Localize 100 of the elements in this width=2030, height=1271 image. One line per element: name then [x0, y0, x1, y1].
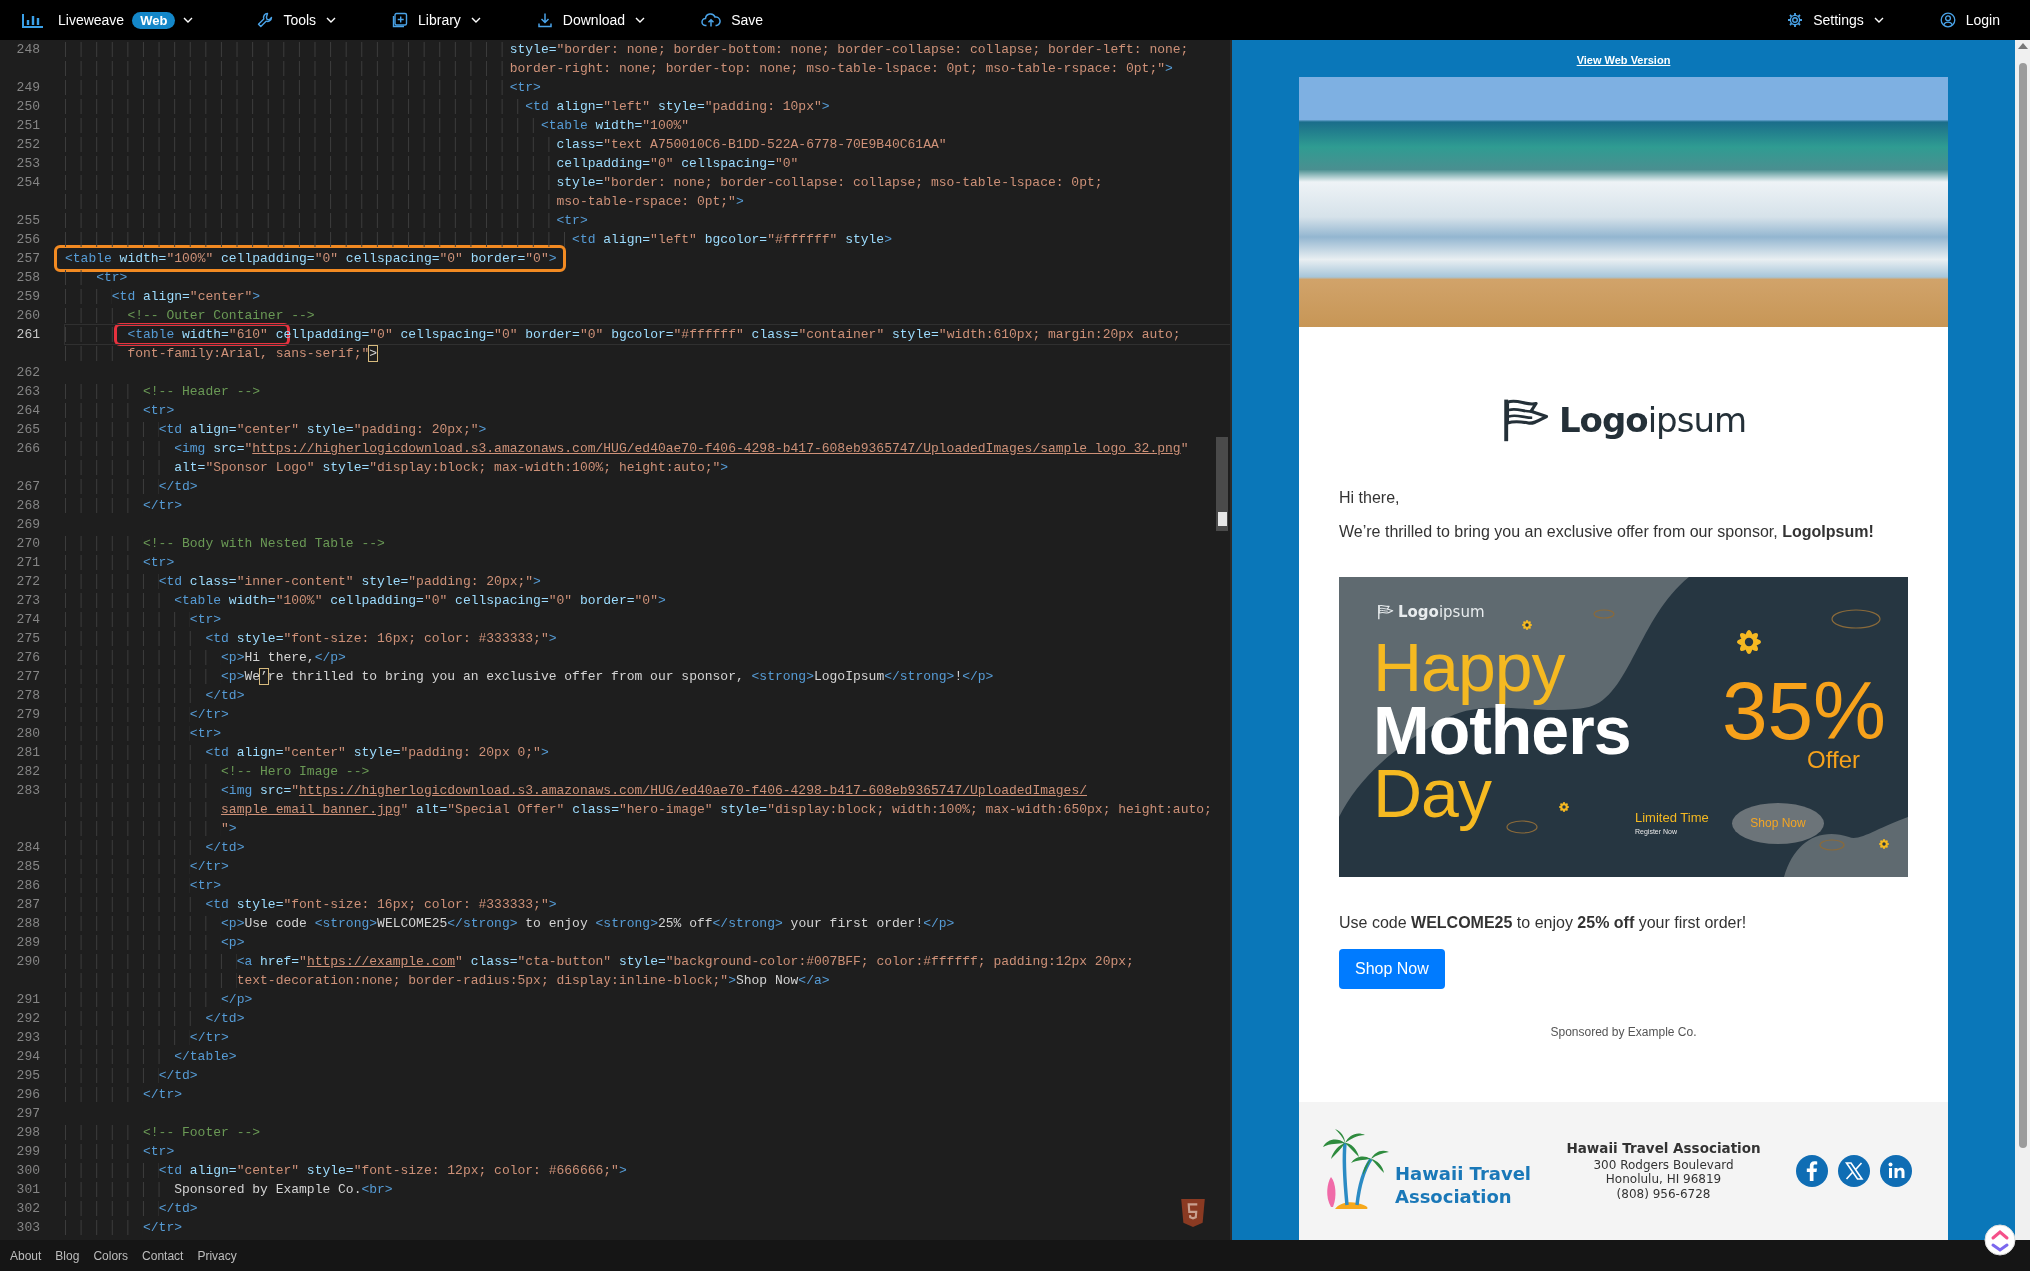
line-number: 258	[15, 269, 40, 287]
offer-text: Use code WELCOME25 to enjoy 25% off your first order!	[1339, 912, 1748, 932]
settings-icon	[1787, 12, 1804, 28]
line-number: 295	[15, 1067, 40, 1085]
code-line: mso-table-rspace: 0pt;">	[65, 192, 1230, 211]
code-line: <img src="https://higherlogicdownload.s3.amazonaws.com/HUG/ed40ae70-f406-4298-b417-608eb9365747/UploadedImages/sample_logo_32.png"	[65, 439, 1230, 458]
code-line: <td class="inner-content" style="padding: 20px;">	[65, 572, 1230, 591]
linkedin-icon[interactable]	[1880, 1155, 1912, 1187]
code-line: </tr>	[65, 857, 1230, 876]
code-line: sample_email_banner.jpg" alt="Special Offer" class="hero-image" style="display:block; width:100%; max-width:650px; height:auto;	[65, 800, 1230, 819]
line-number: 297	[15, 1105, 40, 1123]
code-line: </td>	[65, 686, 1230, 705]
line-number: 293	[15, 1029, 40, 1047]
line-number: 284	[15, 839, 40, 857]
line-number: 256	[15, 231, 40, 249]
line-number: 250	[15, 98, 40, 116]
code-line: <td align="left" style="padding: 10px">	[65, 97, 1230, 116]
line-number: 261	[15, 326, 40, 344]
line-number: 275	[15, 630, 40, 648]
scroll-up-arrow-icon[interactable]	[2017, 43, 2028, 49]
code-line: </tr>	[65, 496, 1230, 515]
line-number: 302	[15, 1200, 40, 1218]
line-number: 273	[15, 592, 40, 610]
nav-menu-button[interactable]: Settings	[1787, 12, 1884, 28]
footer-link[interactable]: Contact	[142, 1248, 184, 1263]
line-number: 263	[15, 383, 40, 401]
nav-menu-button[interactable]: Save	[701, 12, 764, 28]
code-line: <table width="100%" cellpadding="0" cellspacing="0" border="0">	[65, 250, 558, 268]
code-line: alt="Sponsor Logo" style="display:block; max-width:100%; height:auto;">	[65, 458, 1230, 477]
nav-menu-button[interactable]: Download	[536, 12, 646, 28]
footer-link[interactable]: About	[10, 1248, 42, 1263]
footer-link[interactable]: Privacy	[197, 1248, 237, 1263]
wrench-icon	[257, 12, 274, 28]
org-name: Hawaii Travel Association	[1566, 1141, 1761, 1156]
code-line: <tr>	[65, 268, 1230, 287]
line-number: 300	[15, 1162, 40, 1180]
code-line: <tr>	[65, 211, 1230, 230]
greeting-text: Hi there,	[1339, 487, 1401, 507]
line-number: 287	[15, 896, 40, 914]
user-icon	[1939, 12, 1956, 28]
nav-menu-button[interactable]: Tools	[257, 12, 337, 28]
line-number: 248	[15, 41, 40, 59]
x-logo-icon[interactable]	[1838, 1155, 1870, 1187]
footer-link[interactable]: Blog	[55, 1248, 80, 1263]
code-line: <p>Hi there,</p>	[65, 648, 1230, 667]
code-line: <tr>	[65, 401, 1230, 420]
flag-icon	[1377, 603, 1395, 620]
line-number: 274	[15, 611, 40, 629]
line-number: 281	[15, 744, 40, 762]
banner-logo-text: Logoipsum	[1398, 602, 1485, 621]
bar-chart-icon[interactable]	[22, 12, 44, 28]
line-number: 255	[15, 212, 40, 230]
download-icon	[536, 12, 553, 28]
code-line: </tr>	[65, 705, 1230, 724]
code-line: <td align="left" bgcolor="#ffffff" style>	[65, 230, 1230, 249]
line-number: 257	[15, 250, 40, 268]
shop-now-button[interactable]: Shop Now	[1339, 948, 1445, 989]
code-line: cellpadding="0" cellspacing="0"	[65, 154, 1230, 173]
code-line: <img src="https://higherlogicdownload.s3.amazonaws.com/HUG/ed40ae70-f406-4298-b417-608eb9365747/UploadedImages/	[65, 781, 1230, 800]
html5-shield-icon	[1180, 1198, 1206, 1228]
code-line: </td>	[65, 1066, 1230, 1085]
line-number: 303	[15, 1219, 40, 1237]
footer-logo-text: Hawaii Travel Association	[1395, 1161, 1532, 1208]
code-line: <tr>	[65, 610, 1230, 629]
facebook-icon[interactable]	[1796, 1155, 1828, 1187]
intro-text: We’re thrilled to bring you an exclusive offer from our sponsor, LogoIpsum!	[1339, 521, 1875, 541]
line-number: 291	[15, 991, 40, 1009]
code-line: </td>	[65, 477, 1230, 496]
cloud-upload-icon	[701, 12, 722, 28]
code-line: border-right: none; border-top: none; mso-table-lspace: 0pt; mso-table-rspace: 0pt;">	[65, 59, 1230, 78]
code-line: </td>	[65, 1009, 1230, 1028]
brand-name[interactable]: Liveweave	[58, 12, 125, 28]
line-number: 283	[15, 782, 40, 800]
line-number: 286	[15, 877, 40, 895]
scrollbar-thumb[interactable]	[2018, 63, 2027, 1148]
code-line: </td>	[65, 838, 1230, 857]
code-line: text-decoration:none; border-radius:5px; display:inline-block;">Shop Now</a>	[65, 971, 1230, 990]
scrollbar-thumb[interactable]	[1216, 437, 1228, 531]
view-web-version-link[interactable]: View Web Version	[1576, 54, 1671, 66]
code-line: <tr>	[65, 876, 1230, 895]
line-number: 270	[15, 535, 40, 553]
line-number: 259	[15, 288, 40, 306]
line-number: 267	[15, 478, 40, 496]
code-line: <tr>	[65, 78, 1230, 97]
line-number: 278	[15, 687, 40, 705]
line-number: 249	[15, 79, 40, 97]
code-line: <!-- Hero Image -->	[65, 762, 1230, 781]
logo-text: Logoipsum	[1558, 400, 1747, 441]
chevron-badge-icon[interactable]	[1984, 1224, 2016, 1256]
code-line: <tr>	[65, 724, 1230, 743]
line-number: 266	[15, 440, 40, 458]
nav-menu-button[interactable]: Login	[1939, 12, 2000, 28]
code-line: <table width="100%"	[65, 116, 1230, 135]
nav-menu-button[interactable]: Library	[392, 12, 481, 28]
footer-link[interactable]: Colors	[93, 1248, 129, 1263]
code-line: <!-- Outer Container -->	[65, 306, 1230, 325]
code-line: class="text A750010C6-B1DD-522A-6778-70E9B40C61AA"	[65, 135, 1230, 154]
code-line: </tr>	[65, 1085, 1230, 1104]
line-number: 260	[15, 307, 40, 325]
line-number: 252	[15, 136, 40, 154]
